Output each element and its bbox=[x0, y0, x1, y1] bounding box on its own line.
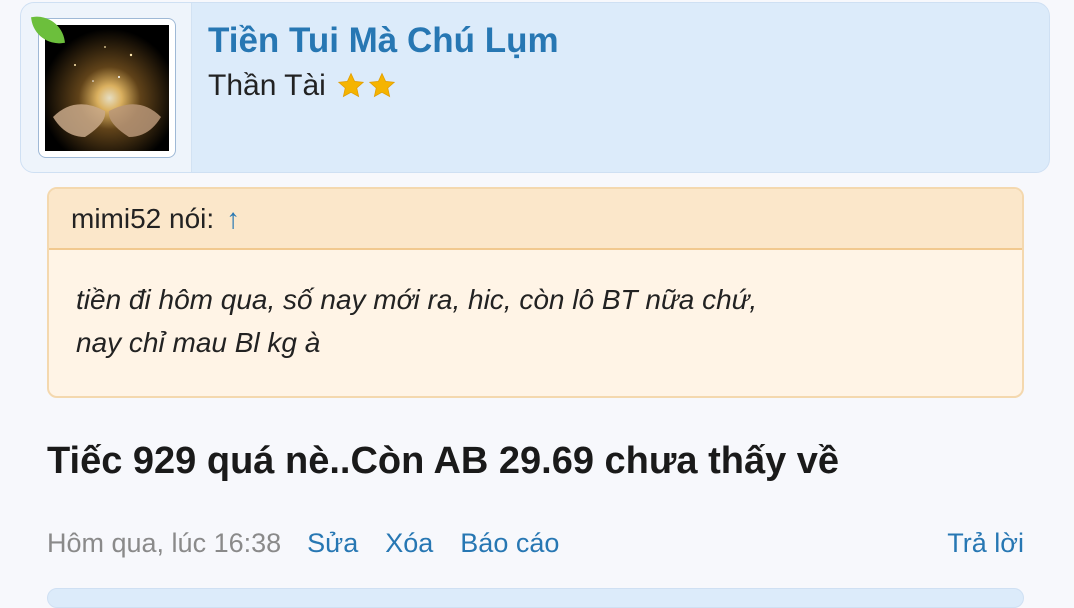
star-icon bbox=[337, 72, 364, 98]
username-link[interactable]: Tiền Tui Mà Chú Lụm bbox=[208, 21, 559, 61]
next-post-card bbox=[47, 588, 1024, 608]
quote-header: mimi52 nói: ↑ bbox=[49, 189, 1022, 250]
report-link[interactable]: Báo cáo bbox=[460, 528, 559, 559]
delete-link[interactable]: Xóa bbox=[385, 528, 433, 559]
quote-block: mimi52 nói: ↑ tiền đi hôm qua, số nay mớ… bbox=[47, 187, 1024, 398]
post-actions-bar: Hôm qua, lúc 16:38 Sửa Xóa Báo cáo Trả l… bbox=[47, 528, 1024, 559]
star-icon bbox=[368, 72, 395, 98]
quote-line: nay chỉ mau Bl kg à bbox=[76, 327, 321, 358]
rank-stars bbox=[336, 71, 397, 101]
user-rank: Thần Tài bbox=[208, 69, 397, 103]
edit-link[interactable]: Sửa bbox=[307, 528, 358, 559]
post-message: Tiếc 929 quá nè..Còn AB 29.69 chưa thấy … bbox=[47, 440, 840, 482]
user-info-card: Tiền Tui Mà Chú Lụm Thần Tài bbox=[20, 2, 1050, 173]
reply-link[interactable]: Trả lời bbox=[947, 528, 1024, 559]
avatar-panel bbox=[21, 3, 192, 172]
quote-content: tiền đi hôm qua, số nay mới ra, hic, còn… bbox=[49, 250, 1022, 364]
quote-line: tiền đi hôm qua, số nay mới ra, hic, còn… bbox=[76, 284, 758, 315]
quote-author: mimi52 nói: bbox=[71, 202, 215, 234]
glowing-hands-image bbox=[45, 25, 169, 151]
user-title-text: Thần Tài bbox=[208, 69, 326, 102]
post-timestamp[interactable]: Hôm qua, lúc 16:38 bbox=[47, 528, 281, 559]
jump-to-quote-arrow-icon[interactable]: ↑ bbox=[226, 203, 240, 235]
